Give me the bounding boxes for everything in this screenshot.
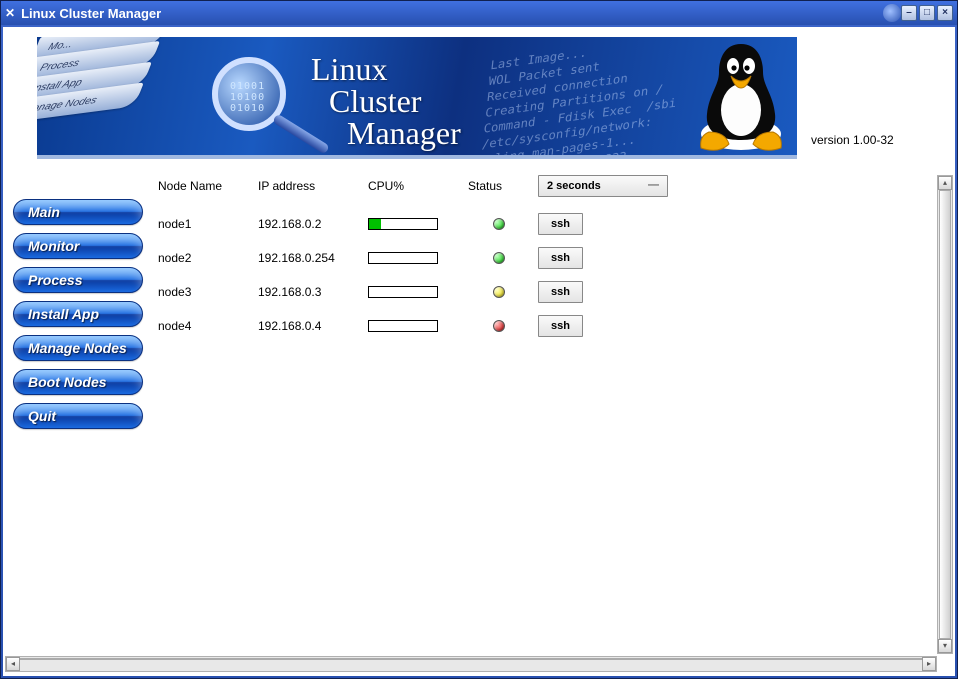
banner-title: Linux Cluster Manager xyxy=(311,53,461,149)
cell-ip: 192.168.0.2 xyxy=(258,207,368,241)
cell-node-name: node3 xyxy=(158,275,258,309)
header-ip: IP address xyxy=(258,171,368,207)
scroll-left-button[interactable]: ◂ xyxy=(6,657,20,671)
banner-3d-tabs: Mo... Process Install App Manage Nodes xyxy=(37,37,167,123)
status-dot-red xyxy=(493,320,505,332)
ssh-button[interactable]: ssh xyxy=(538,281,583,303)
header-cpu: CPU% xyxy=(368,171,468,207)
ssh-button[interactable]: ssh xyxy=(538,315,583,337)
banner-background-text: Last Image... WOL Packet sent Received c… xyxy=(478,37,697,159)
close-button[interactable]: × xyxy=(937,5,953,21)
status-dot-green xyxy=(493,252,505,264)
tux-penguin-icon xyxy=(691,37,791,157)
scroll-thumb-horizontal[interactable] xyxy=(20,658,922,660)
nav-main[interactable]: Main xyxy=(13,199,143,225)
nav-manage-nodes[interactable]: Manage Nodes xyxy=(13,335,143,361)
cell-ip: 192.168.0.4 xyxy=(258,309,368,343)
vertical-scrollbar[interactable]: ▴ ▾ xyxy=(937,175,953,654)
banner-row: Mo... Process Install App Manage Nodes 0… xyxy=(3,27,955,159)
nav-monitor[interactable]: Monitor xyxy=(13,233,143,259)
nav-process[interactable]: Process xyxy=(13,267,143,293)
node-table-area: Node Name IP address CPU% Status 2 secon… xyxy=(158,171,955,676)
cpu-bar xyxy=(368,320,438,332)
client-area: Mo... Process Install App Manage Nodes 0… xyxy=(3,27,955,676)
cell-status xyxy=(468,207,538,241)
minimize-button[interactable]: – xyxy=(901,5,917,21)
banner-title-line3: Manager xyxy=(311,117,461,149)
app-window: ✕ Linux Cluster Manager – □ × Mo... Proc… xyxy=(0,0,958,679)
cell-status xyxy=(468,275,538,309)
horizontal-scrollbar[interactable]: ◂ ▸ xyxy=(5,656,937,672)
ssh-button[interactable]: ssh xyxy=(538,247,583,269)
scroll-thumb-vertical[interactable] xyxy=(939,190,951,639)
banner-title-line1: Linux xyxy=(311,53,461,85)
header-status: Status xyxy=(468,171,538,207)
titlebar[interactable]: ✕ Linux Cluster Manager – □ × xyxy=(1,1,957,25)
table-row: node4192.168.0.4 ssh xyxy=(158,309,676,343)
table-row: node1192.168.0.2 ssh xyxy=(158,207,676,241)
ssh-button[interactable]: ssh xyxy=(538,213,583,235)
maximize-button[interactable]: □ xyxy=(919,5,935,21)
header-node-name: Node Name xyxy=(158,171,258,207)
banner-title-line2: Cluster xyxy=(311,85,461,117)
cell-ip: 192.168.0.3 xyxy=(258,275,368,309)
header-banner: Mo... Process Install App Manage Nodes 0… xyxy=(37,37,797,159)
scroll-right-button[interactable]: ▸ xyxy=(922,657,936,671)
cpu-bar xyxy=(368,218,438,230)
cell-ip: 192.168.0.254 xyxy=(258,241,368,275)
scroll-up-button[interactable]: ▴ xyxy=(938,176,952,190)
cpu-bar xyxy=(368,252,438,264)
cell-node-name: node2 xyxy=(158,241,258,275)
refresh-interval-select[interactable]: 2 seconds xyxy=(538,175,668,197)
scroll-down-button[interactable]: ▾ xyxy=(938,639,952,653)
window-controls: – □ × xyxy=(901,5,953,21)
cell-cpu xyxy=(368,207,468,241)
cell-cpu xyxy=(368,241,468,275)
cpu-bar xyxy=(368,286,438,298)
sidebar: Main Monitor Process Install App Manage … xyxy=(3,171,158,676)
distro-swirl-icon xyxy=(883,4,901,22)
node-table: Node Name IP address CPU% Status 2 secon… xyxy=(158,171,676,343)
table-row: node3192.168.0.3 ssh xyxy=(158,275,676,309)
nav-boot-nodes[interactable]: Boot Nodes xyxy=(13,369,143,395)
app-icon: ✕ xyxy=(5,6,15,20)
cell-status xyxy=(468,241,538,275)
status-dot-yellow xyxy=(493,286,505,298)
main-content: Main Monitor Process Install App Manage … xyxy=(3,159,955,676)
window-title: Linux Cluster Manager xyxy=(21,6,877,21)
cell-status xyxy=(468,309,538,343)
cell-cpu xyxy=(368,275,468,309)
nav-quit[interactable]: Quit xyxy=(13,403,143,429)
cell-node-name: node4 xyxy=(158,309,258,343)
nav-install-app[interactable]: Install App xyxy=(13,301,143,327)
cell-node-name: node1 xyxy=(158,207,258,241)
status-dot-green xyxy=(493,218,505,230)
cell-cpu xyxy=(368,309,468,343)
version-label: version 1.00-32 xyxy=(811,133,894,159)
table-row: node2192.168.0.254 ssh xyxy=(158,241,676,275)
